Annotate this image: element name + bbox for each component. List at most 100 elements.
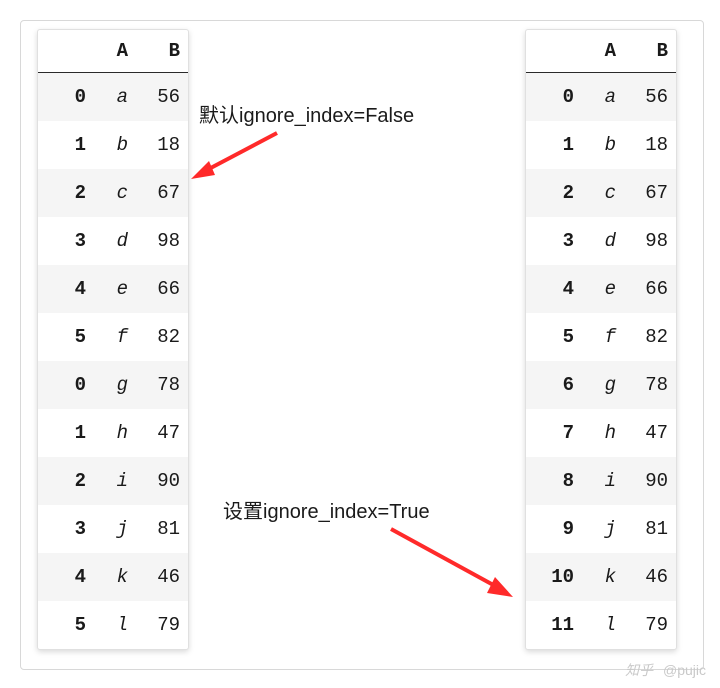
table-row: 5f82 (526, 313, 676, 361)
row-index: 3 (38, 217, 94, 265)
row-index: 3 (526, 217, 582, 265)
cell-B: 66 (624, 265, 676, 313)
cell-A: f (582, 313, 624, 361)
table-row: 5f82 (38, 313, 188, 361)
table-body-right: 0a561b182c673d984e665f826g787h478i909j81… (526, 73, 676, 650)
row-index: 10 (526, 553, 582, 601)
cell-A: g (582, 361, 624, 409)
row-index: 9 (526, 505, 582, 553)
row-index: 5 (38, 601, 94, 649)
table-row: 10k46 (526, 553, 676, 601)
cell-B: 98 (136, 217, 188, 265)
row-index: 2 (38, 169, 94, 217)
table-row: 0g78 (38, 361, 188, 409)
table-row: 2i90 (38, 457, 188, 505)
cell-A: b (94, 121, 136, 169)
row-index: 2 (38, 457, 94, 505)
table-row: 9j81 (526, 505, 676, 553)
cell-B: 81 (136, 505, 188, 553)
row-index: 0 (526, 73, 582, 122)
row-index: 2 (526, 169, 582, 217)
table-row: 11l79 (526, 601, 676, 649)
cell-B: 90 (624, 457, 676, 505)
table-row: 1b18 (38, 121, 188, 169)
cell-A: a (582, 73, 624, 122)
cell-B: 82 (624, 313, 676, 361)
index-header (526, 30, 582, 73)
page-frame: A B 0a561b182c673d984e665f820g781h472i90… (20, 20, 704, 670)
table-row: 2c67 (526, 169, 676, 217)
arrow-icon (379, 521, 529, 611)
cell-A: i (94, 457, 136, 505)
cell-B: 46 (136, 553, 188, 601)
caption-ignore-index-true: 设置ignore_index=True (223, 495, 430, 524)
cell-A: k (582, 553, 624, 601)
row-index: 4 (526, 265, 582, 313)
cell-B: 78 (624, 361, 676, 409)
watermark-site: 知乎 (625, 662, 653, 678)
table-row: 7h47 (526, 409, 676, 457)
cell-B: 18 (624, 121, 676, 169)
cell-B: 90 (136, 457, 188, 505)
caption-ignore-index-false: 默认ignore_index=False (199, 99, 414, 128)
row-index: 3 (38, 505, 94, 553)
table-row: 4k46 (38, 553, 188, 601)
cell-A: c (94, 169, 136, 217)
cell-A: f (94, 313, 136, 361)
cell-B: 79 (136, 601, 188, 649)
table-row: 3d98 (38, 217, 188, 265)
row-index: 1 (38, 121, 94, 169)
table-row: 3j81 (38, 505, 188, 553)
table-body-left: 0a561b182c673d984e665f820g781h472i903j81… (38, 73, 188, 650)
row-index: 5 (526, 313, 582, 361)
row-index: 8 (526, 457, 582, 505)
watermark: 知乎 @pujic (625, 660, 706, 680)
table-row: 4e66 (38, 265, 188, 313)
index-header (38, 30, 94, 73)
row-index: 4 (38, 265, 94, 313)
cell-A: d (94, 217, 136, 265)
dataframe-right: A B 0a561b182c673d984e665f826g787h478i90… (525, 29, 677, 650)
dataframe-left: A B 0a561b182c673d984e665f820g781h472i90… (37, 29, 189, 650)
cell-A: j (94, 505, 136, 553)
cell-A: i (582, 457, 624, 505)
table-row: 0a56 (38, 73, 188, 122)
table-row: 1h47 (38, 409, 188, 457)
cell-A: e (582, 265, 624, 313)
row-index: 11 (526, 601, 582, 649)
row-index: 7 (526, 409, 582, 457)
table-row: 4e66 (526, 265, 676, 313)
cell-B: 47 (136, 409, 188, 457)
arrow-icon (181, 125, 291, 185)
cell-B: 81 (624, 505, 676, 553)
table-row: 0a56 (526, 73, 676, 122)
cell-A: c (582, 169, 624, 217)
col-header-B: B (624, 30, 676, 73)
cell-A: d (582, 217, 624, 265)
table-row: 5l79 (38, 601, 188, 649)
cell-A: e (94, 265, 136, 313)
cell-B: 56 (624, 73, 676, 122)
cell-B: 79 (624, 601, 676, 649)
watermark-user: @pujic (663, 662, 706, 678)
cell-B: 78 (136, 361, 188, 409)
cell-B: 82 (136, 313, 188, 361)
cell-A: g (94, 361, 136, 409)
col-header-B: B (136, 30, 188, 73)
table-row: 8i90 (526, 457, 676, 505)
row-index: 6 (526, 361, 582, 409)
cell-B: 66 (136, 265, 188, 313)
row-index: 1 (526, 121, 582, 169)
cell-A: h (582, 409, 624, 457)
cell-B: 67 (624, 169, 676, 217)
cell-A: l (94, 601, 136, 649)
table-row: 1b18 (526, 121, 676, 169)
row-index: 5 (38, 313, 94, 361)
cell-A: k (94, 553, 136, 601)
cell-B: 56 (136, 73, 188, 122)
cell-A: b (582, 121, 624, 169)
row-index: 4 (38, 553, 94, 601)
table-row: 2c67 (38, 169, 188, 217)
cell-A: h (94, 409, 136, 457)
cell-B: 47 (624, 409, 676, 457)
